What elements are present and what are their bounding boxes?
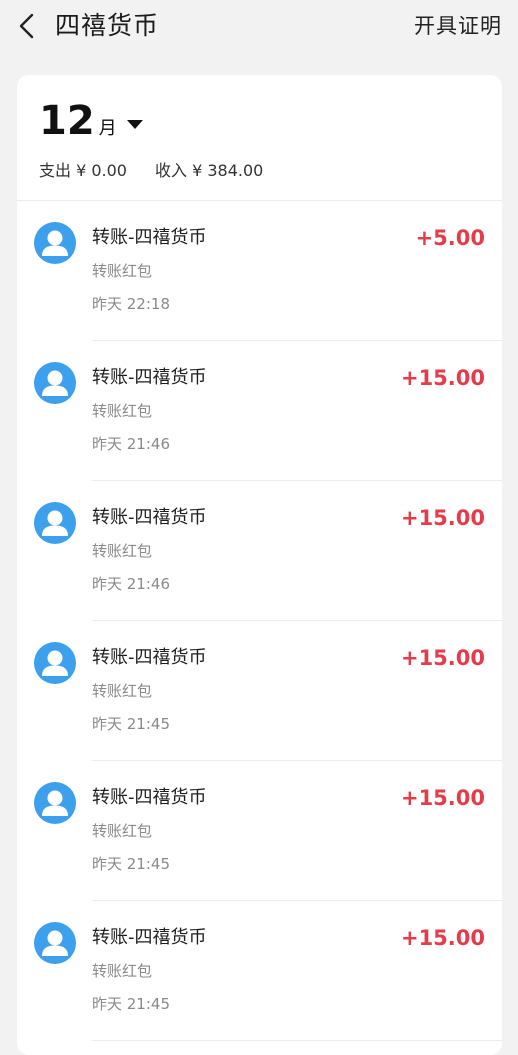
user-avatar-icon: [34, 642, 76, 684]
transaction-type: 转账红包: [92, 962, 153, 980]
transaction-type: 转账红包: [92, 262, 153, 280]
transaction-amount: +15.00: [400, 646, 485, 670]
month-selector[interactable]: 12 月: [39, 97, 143, 145]
transaction-type: 转账红包: [92, 542, 153, 560]
top-bar: 四禧货币 开具证明: [0, 0, 518, 52]
transaction-amount: +15.00: [400, 506, 485, 530]
transaction-time: 昨天 21:45: [92, 855, 170, 873]
back-button[interactable]: [12, 8, 42, 44]
transaction-name: 转账-四禧货币: [92, 787, 207, 808]
transaction-name: 转账-四禧货币: [92, 927, 207, 948]
transaction-amount: +5.00: [415, 226, 485, 250]
user-avatar-icon: [34, 922, 76, 964]
chevron-left-icon: [19, 13, 34, 39]
bill-card: 12 月 支出 ¥ 0.00 收入 ¥ 384.00 转账-四禧货币 转账红包 …: [17, 75, 502, 1055]
transaction-row[interactable]: 转账-四禧货币 转账红包 昨天 22:18 +5.00: [17, 201, 502, 341]
month-unit: 月: [98, 118, 117, 139]
row-divider: [92, 1040, 502, 1041]
transaction-time: 昨天 22:18: [92, 295, 170, 313]
transaction-name: 转账-四禧货币: [92, 227, 207, 248]
transaction-time: 昨天 21:45: [92, 995, 170, 1013]
expense-total: 支出 ¥ 0.00: [39, 161, 127, 180]
transaction-time: 昨天 21:46: [92, 575, 170, 593]
transaction-amount: +15.00: [400, 366, 485, 390]
transaction-row[interactable]: 转账-四禧货币 转账红包 昨天 21:46 +15.00: [17, 341, 502, 481]
month-summary: 支出 ¥ 0.00 收入 ¥ 384.00: [39, 159, 263, 183]
transaction-row[interactable]: 转账-四禧货币 转账红包 昨天 21:45 +15.00: [17, 761, 502, 901]
month-number: 12: [39, 98, 95, 144]
transaction-row[interactable]: 转账-四禧货币 转账红包 昨天 21:46 +15.00: [17, 481, 502, 621]
transaction-type: 转账红包: [92, 402, 153, 420]
transaction-amount: +15.00: [400, 926, 485, 950]
transaction-type: 转账红包: [92, 822, 153, 840]
transaction-row[interactable]: 转账-四禧货币 转账红包 昨天 21:45 +15.00: [17, 901, 502, 1041]
transaction-amount: +15.00: [400, 786, 485, 810]
user-avatar-icon: [34, 502, 76, 544]
caret-down-icon: [126, 119, 143, 129]
transaction-time: 昨天 21:45: [92, 715, 170, 733]
issue-certificate-button[interactable]: 开具证明: [414, 9, 502, 43]
transaction-time: 昨天 21:46: [92, 435, 170, 453]
transaction-name: 转账-四禧货币: [92, 367, 207, 388]
transaction-row[interactable]: 转账-四禧货币 转账红包 昨天 21:45 +15.00: [17, 621, 502, 761]
transaction-type: 转账红包: [92, 682, 153, 700]
user-avatar-icon: [34, 782, 76, 824]
transaction-list: 转账-四禧货币 转账红包 昨天 22:18 +5.00 转账-四禧货币 转账红包…: [17, 201, 502, 1041]
transaction-name: 转账-四禧货币: [92, 647, 207, 668]
page-title: 四禧货币: [55, 11, 160, 40]
user-avatar-icon: [34, 362, 76, 404]
income-total: 收入 ¥ 384.00: [154, 161, 264, 180]
user-avatar-icon: [34, 222, 76, 264]
transaction-name: 转账-四禧货币: [92, 507, 207, 528]
